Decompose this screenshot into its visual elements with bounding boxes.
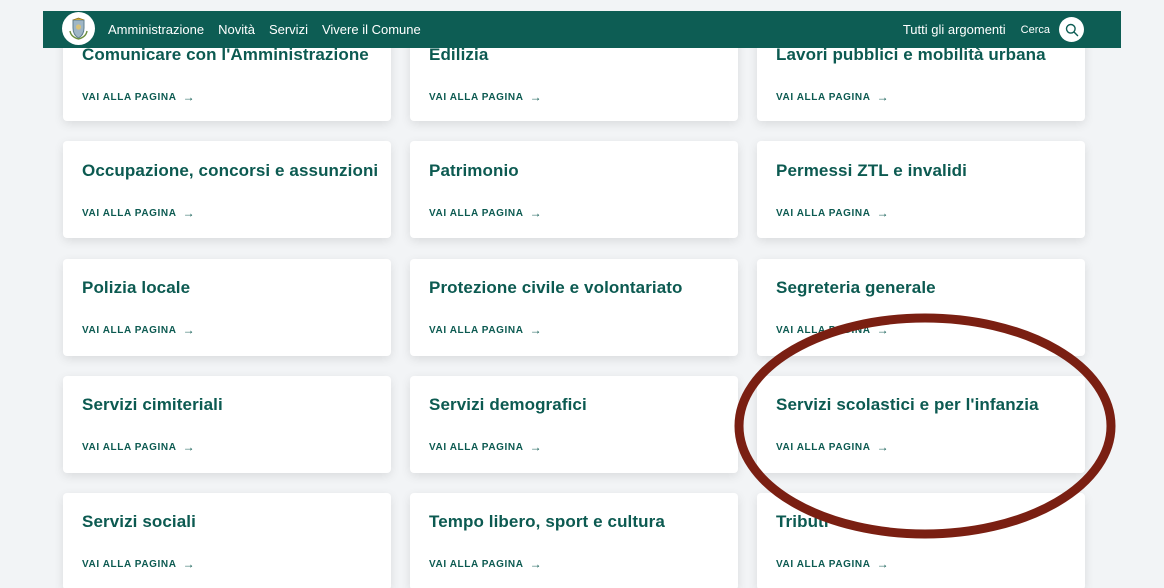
go-to-page-link[interactable]: VAI ALLA PAGINA → (82, 324, 195, 336)
top-navbar: Amministrazione Novità Servizi Vivere il… (43, 11, 1121, 48)
all-topics-link[interactable]: Tutti gli argomenti (903, 22, 1006, 37)
card-title[interactable]: Polizia locale (82, 278, 190, 298)
topic-card[interactable]: Occupazione, concorsi e assunzioni VAI A… (63, 141, 391, 238)
go-to-page-link[interactable]: VAI ALLA PAGINA → (82, 558, 195, 570)
arrow-right-icon: → (876, 440, 890, 454)
arrow-right-icon: → (182, 440, 196, 454)
topic-card[interactable]: Polizia locale VAI ALLA PAGINA → (63, 259, 391, 356)
link-label: VAI ALLA PAGINA (776, 324, 871, 336)
main-nav: Amministrazione Novità Servizi Vivere il… (108, 11, 435, 48)
topics-grid: Comunicare con l'Amministrazione VAI ALL… (0, 0, 1164, 588)
link-label: VAI ALLA PAGINA (429, 91, 524, 103)
card-title[interactable]: Patrimonio (429, 161, 519, 181)
card-title[interactable]: Servizi sociali (82, 512, 196, 532)
nav-item-servizi[interactable]: Servizi (269, 22, 308, 37)
link-label: VAI ALLA PAGINA (429, 558, 524, 570)
go-to-page-link[interactable]: VAI ALLA PAGINA → (429, 91, 542, 103)
link-label: VAI ALLA PAGINA (776, 207, 871, 219)
topic-card[interactable]: Permessi ZTL e invalidi VAI ALLA PAGINA → (757, 141, 1085, 238)
topic-card[interactable]: Servizi sociali VAI ALLA PAGINA → (63, 493, 391, 588)
card-title[interactable]: Protezione civile e volontariato (429, 278, 683, 298)
card-title[interactable]: Occupazione, concorsi e assunzioni (82, 161, 378, 181)
nav-item-vivere-il-comune[interactable]: Vivere il Comune (322, 22, 421, 37)
crest-graphic (66, 16, 91, 41)
go-to-page-link[interactable]: VAI ALLA PAGINA → (776, 324, 889, 336)
go-to-page-link[interactable]: VAI ALLA PAGINA → (776, 558, 889, 570)
arrow-right-icon: → (182, 90, 196, 104)
topic-card[interactable]: Servizi cimiteriali VAI ALLA PAGINA → (63, 376, 391, 473)
topic-card[interactable]: Tributi VAI ALLA PAGINA → (757, 493, 1085, 588)
card-title[interactable]: Comunicare con l'Amministrazione (82, 45, 369, 65)
nav-item-amministrazione[interactable]: Amministrazione (108, 22, 204, 37)
link-label: VAI ALLA PAGINA (82, 324, 177, 336)
search-icon (1065, 23, 1078, 36)
link-label: VAI ALLA PAGINA (82, 558, 177, 570)
link-label: VAI ALLA PAGINA (82, 441, 177, 453)
arrow-right-icon: → (529, 440, 543, 454)
link-label: VAI ALLA PAGINA (776, 91, 871, 103)
card-title[interactable]: Servizi cimiteriali (82, 395, 223, 415)
topic-card[interactable]: Protezione civile e volontariato VAI ALL… (410, 259, 738, 356)
topic-card[interactable]: Patrimonio VAI ALLA PAGINA → (410, 141, 738, 238)
arrow-right-icon: → (182, 557, 196, 571)
card-title[interactable]: Edilizia (429, 45, 488, 65)
arrow-right-icon: → (876, 90, 890, 104)
arrow-right-icon: → (529, 206, 543, 220)
arrow-right-icon: → (529, 90, 543, 104)
arrow-right-icon: → (876, 323, 890, 337)
go-to-page-link[interactable]: VAI ALLA PAGINA → (429, 558, 542, 570)
topic-card[interactable]: Servizi demografici VAI ALLA PAGINA → (410, 376, 738, 473)
topic-card[interactable]: Servizi scolastici e per l'infanzia VAI … (757, 376, 1085, 473)
page: Comunicare con l'Amministrazione VAI ALL… (0, 0, 1164, 588)
link-label: VAI ALLA PAGINA (776, 441, 871, 453)
nav-item-novita[interactable]: Novità (218, 22, 255, 37)
search-button[interactable] (1059, 17, 1084, 42)
arrow-right-icon: → (182, 206, 196, 220)
link-label: VAI ALLA PAGINA (82, 207, 177, 219)
link-label: VAI ALLA PAGINA (429, 324, 524, 336)
go-to-page-link[interactable]: VAI ALLA PAGINA → (429, 441, 542, 453)
arrow-right-icon: → (876, 557, 890, 571)
go-to-page-link[interactable]: VAI ALLA PAGINA → (429, 324, 542, 336)
search-label[interactable]: Cerca (1021, 24, 1050, 36)
go-to-page-link[interactable]: VAI ALLA PAGINA → (429, 207, 542, 219)
link-label: VAI ALLA PAGINA (82, 91, 177, 103)
link-label: VAI ALLA PAGINA (429, 207, 524, 219)
card-title[interactable]: Servizi demografici (429, 395, 587, 415)
header-right: Tutti gli argomenti Cerca (903, 11, 1084, 48)
go-to-page-link[interactable]: VAI ALLA PAGINA → (776, 207, 889, 219)
go-to-page-link[interactable]: VAI ALLA PAGINA → (82, 441, 195, 453)
card-title[interactable]: Lavori pubblici e mobilità urbana (776, 45, 1046, 65)
arrow-right-icon: → (182, 323, 196, 337)
card-title[interactable]: Tempo libero, sport e cultura (429, 512, 665, 532)
card-title[interactable]: Servizi scolastici e per l'infanzia (776, 395, 1039, 415)
go-to-page-link[interactable]: VAI ALLA PAGINA → (82, 91, 195, 103)
municipal-crest-icon[interactable] (62, 12, 95, 45)
go-to-page-link[interactable]: VAI ALLA PAGINA → (82, 207, 195, 219)
topic-card[interactable]: Segreteria generale VAI ALLA PAGINA → (757, 259, 1085, 356)
card-title[interactable]: Tributi (776, 512, 829, 532)
arrow-right-icon: → (876, 206, 890, 220)
arrow-right-icon: → (529, 557, 543, 571)
card-title[interactable]: Segreteria generale (776, 278, 936, 298)
topic-card[interactable]: Tempo libero, sport e cultura VAI ALLA P… (410, 493, 738, 588)
link-label: VAI ALLA PAGINA (776, 558, 871, 570)
arrow-right-icon: → (529, 323, 543, 337)
go-to-page-link[interactable]: VAI ALLA PAGINA → (776, 91, 889, 103)
card-title[interactable]: Permessi ZTL e invalidi (776, 161, 967, 181)
link-label: VAI ALLA PAGINA (429, 441, 524, 453)
go-to-page-link[interactable]: VAI ALLA PAGINA → (776, 441, 889, 453)
